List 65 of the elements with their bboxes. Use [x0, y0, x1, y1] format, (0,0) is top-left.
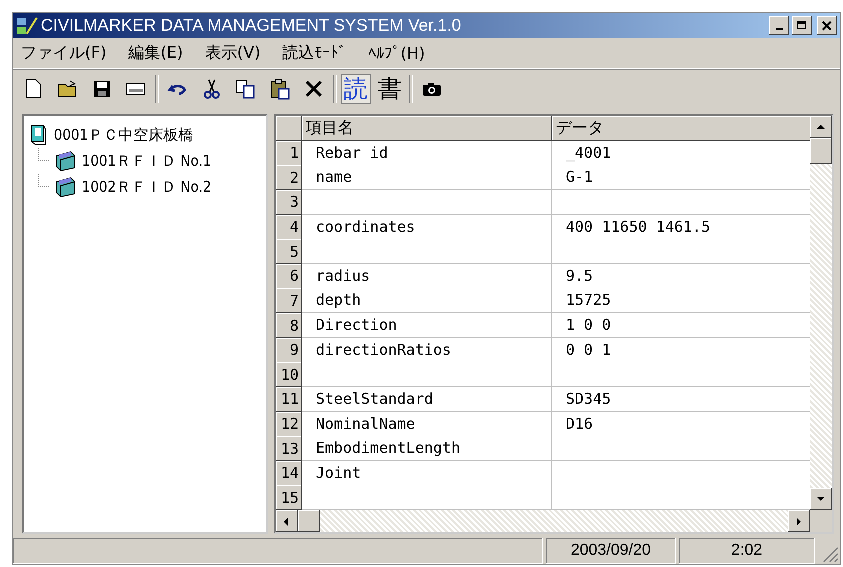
minimize-button[interactable]: [769, 16, 789, 35]
row-number: 4: [276, 214, 302, 240]
row-number: 9: [276, 338, 302, 362]
mode-toggle-button[interactable]: 読: [341, 74, 371, 104]
rfid-tag-icon: [54, 176, 78, 198]
scroll-left-button[interactable]: [276, 510, 298, 532]
row-number: 7: [276, 288, 302, 313]
minimize-icon: [776, 28, 782, 30]
table-cell: EmbodimentLength: [302, 436, 552, 461]
tree-item[interactable]: 1001ＲＦＩＤ No.1: [82, 152, 212, 170]
maximize-button[interactable]: [792, 16, 812, 35]
row-number: 5: [276, 239, 302, 264]
column-header[interactable]: 項目名: [302, 116, 552, 141]
tree-item[interactable]: 1002ＲＦＩＤ No.2: [82, 178, 212, 196]
column-header[interactable]: データ: [552, 116, 810, 141]
scroll-thumb[interactable]: [298, 510, 320, 532]
table-cell: coordinates: [302, 214, 552, 240]
row-number: 11: [276, 386, 302, 412]
maximize-icon: [796, 20, 808, 30]
menu-item[interactable]: 表示(V): [205, 42, 261, 64]
horizontal-scrollbar[interactable]: [276, 510, 832, 532]
scroll-up-button[interactable]: [810, 116, 832, 138]
menu-item[interactable]: 編集(E): [128, 42, 184, 64]
mode-toggle-button[interactable]: 書: [375, 74, 405, 104]
delete-icon: [303, 78, 325, 100]
table-cell: name: [302, 165, 552, 190]
close-button[interactable]: [817, 16, 837, 35]
table-cell: depth: [302, 288, 552, 313]
scroll-down-button[interactable]: [810, 488, 832, 510]
status-date: 2003/09/20: [546, 538, 676, 564]
scissors-icon: [201, 78, 223, 100]
close-icon: [822, 20, 832, 30]
menu-item[interactable]: 読込ﾓｰﾄﾞ: [282, 42, 347, 64]
row-number: 2: [276, 165, 302, 190]
vertical-scrollbar[interactable]: [810, 116, 832, 510]
app-logo-icon: [16, 16, 38, 36]
row-number: 14: [276, 460, 302, 486]
menu-item[interactable]: ファイル(F): [21, 42, 107, 64]
clipboard-icon: [269, 78, 291, 100]
tree-connector-line: [38, 174, 50, 188]
row-number: 12: [276, 412, 302, 436]
tree-item[interactable]: 0001ＰＣ中空床板橋: [54, 126, 194, 144]
table-cell: NominalName: [302, 412, 552, 436]
table-cell: Direction: [302, 313, 552, 338]
table-cell: Rebar id: [302, 140, 552, 166]
tree-connector-line: [38, 148, 50, 162]
status-time: 2:02: [679, 538, 815, 564]
row-number: 3: [276, 190, 302, 214]
table-cell: Joint: [302, 460, 552, 486]
window-title: CIVILMARKER DATA MANAGEMENT SYSTEM Ver.1.0: [41, 16, 462, 36]
row-number: 13: [276, 436, 302, 461]
menu-item[interactable]: ﾍﾙﾌﾟ(H): [368, 44, 426, 62]
open-folder-icon: [57, 78, 79, 100]
rfid-tag-icon: [54, 150, 78, 172]
scroll-thumb[interactable]: [810, 138, 832, 164]
copy-icon: [235, 78, 257, 100]
table-cell: directionRatios: [302, 338, 552, 362]
scroll-right-button[interactable]: [788, 510, 810, 532]
row-number: 8: [276, 313, 302, 338]
table-cell: radius: [302, 264, 552, 288]
row-number: 1: [276, 140, 302, 166]
row-number: 15: [276, 485, 302, 510]
table-cell: SteelStandard: [302, 386, 552, 412]
row-number: 10: [276, 362, 302, 387]
row-number: 6: [276, 264, 302, 288]
